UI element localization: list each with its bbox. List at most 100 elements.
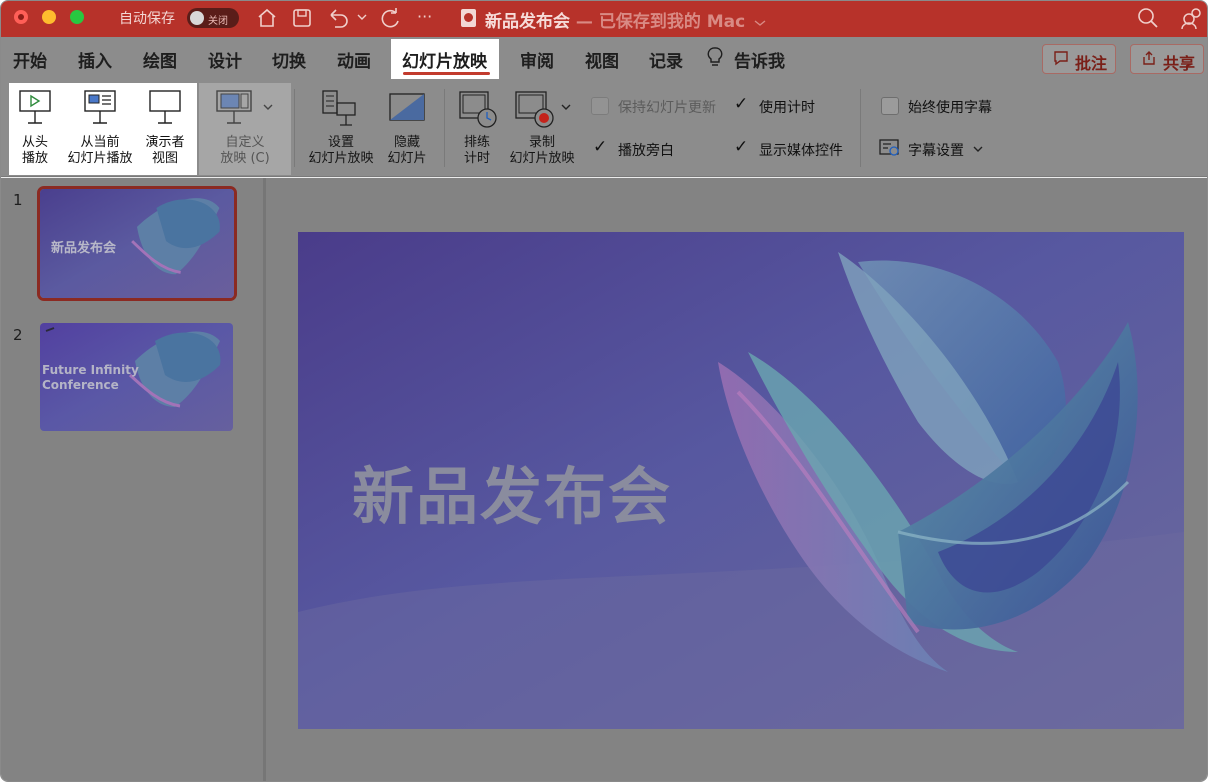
tab-slideshow[interactable]: 幻灯片放映 (402, 47, 487, 72)
document-name: 新品发布会 (485, 12, 570, 32)
label-line: 视图 (151, 151, 178, 166)
use-timings-checkbox[interactable] (732, 94, 750, 114)
play-from-current-button[interactable]: 从当前 幻灯片播放 (63, 89, 137, 171)
comments-button-label: 批注 (1075, 54, 1108, 73)
always-use-subtitles-checkbox[interactable] (881, 97, 899, 115)
current-slide-canvas[interactable]: 新品发布会 (298, 232, 1184, 729)
minimize-window-button[interactable] (42, 10, 56, 24)
setup-slideshow-label: 设置 幻灯片放映 (303, 135, 379, 167)
tab-record[interactable]: 记录 (649, 47, 683, 72)
account-icon[interactable] (1179, 6, 1203, 30)
tab-transitions[interactable]: 切换 (272, 47, 306, 72)
label-line: 幻灯片放映 (308, 151, 374, 166)
tab-review[interactable]: 审阅 (520, 47, 554, 72)
show-media-controls-checkbox[interactable] (732, 137, 750, 157)
chevron-down-icon (973, 146, 983, 152)
presenter-view-label: 演示者 视图 (141, 135, 189, 167)
slide-number: 1 (13, 191, 23, 209)
play-from-start-label: 从头 播放 (13, 135, 57, 167)
keep-slides-updated-checkbox[interactable] (591, 97, 609, 115)
label-line: 录制 (528, 135, 555, 150)
label-line: 演示者 (145, 135, 185, 150)
setup-slideshow-button[interactable]: 设置 幻灯片放映 (303, 89, 379, 171)
slide-thumbnail-1[interactable]: 新品发布会 (37, 186, 237, 301)
hide-slide-button[interactable]: 隐藏 幻灯片 (383, 89, 431, 171)
redo-icon[interactable] (379, 7, 403, 29)
subtitle-settings-label: 字幕设置 (908, 143, 964, 159)
save-icon[interactable] (292, 8, 312, 28)
custom-slideshow-label: 自定义 放映 (C) (203, 135, 287, 167)
title-bar: 自动保存 关闭 ··· 新品发布会 — 已保存到我的 Mac (1, 1, 1207, 37)
label-line: 幻灯片播放 (67, 151, 133, 166)
show-media-controls-label: 显示媒体控件 (759, 143, 843, 159)
label-line: 幻灯片 (387, 151, 427, 166)
label-line: 幻灯片放映 (509, 151, 575, 166)
autosave-label: 自动保存 (119, 11, 175, 27)
play-from-start-button[interactable]: 从头 播放 (13, 89, 57, 171)
save-status: — 已保存到我的 Mac (570, 12, 746, 32)
always-use-subtitles-label: 始终使用字幕 (908, 100, 992, 116)
use-timings-label: 使用计时 (759, 100, 815, 116)
custom-show-screen-icon (216, 90, 252, 124)
play-from-current-label: 从当前 幻灯片播放 (63, 135, 137, 167)
slide-thumbnail-2[interactable]: Future Infinity Conference (40, 323, 233, 431)
slide-number: 2 (13, 326, 23, 344)
tab-design[interactable]: 设计 (208, 47, 242, 72)
custom-slideshow-button[interactable]: 自定义 放映 (C) (203, 89, 287, 171)
undo-dropdown-chevron-icon[interactable] (357, 13, 367, 21)
rehearse-timings-label: 排练 计时 (453, 135, 501, 167)
keep-slides-updated-label: 保持幻灯片更新 (618, 100, 716, 116)
close-window-button[interactable] (14, 10, 28, 24)
label-line: 自定义 (225, 135, 265, 150)
toggle-knob (190, 11, 204, 25)
comments-button[interactable]: 批注 (1042, 44, 1116, 74)
tab-home[interactable]: 开始 (13, 47, 47, 72)
more-commands-icon[interactable]: ··· (417, 5, 432, 29)
document-icon (461, 9, 476, 27)
label-line: 放映 (C) (220, 151, 270, 166)
record-slideshow-icon (515, 91, 554, 128)
powerpoint-window: 自动保存 关闭 ··· 新品发布会 — 已保存到我的 Mac 开始 插入 绘图 … (0, 0, 1208, 782)
thumbnail-title: Future Infinity Conference (42, 363, 139, 393)
rehearse-timer-icon (459, 91, 497, 128)
presenter-view-button[interactable]: 演示者 视图 (141, 89, 189, 171)
search-icon[interactable] (1137, 7, 1159, 29)
play-narration-label: 播放旁白 (618, 143, 674, 159)
share-button-label: 共享 (1163, 54, 1196, 73)
label-line: 隐藏 (393, 135, 420, 150)
home-icon[interactable] (257, 8, 277, 28)
thumbnail-title-line: Future Infinity (42, 363, 139, 377)
record-slideshow-button[interactable]: 录制 幻灯片放映 (505, 89, 579, 171)
active-tab-underline (403, 72, 490, 75)
tell-me-search[interactable]: 告诉我 (734, 47, 785, 72)
label-line: 排练 (463, 135, 490, 150)
chevron-down-icon (263, 104, 273, 110)
hide-slide-label: 隐藏 幻灯片 (383, 135, 431, 167)
tab-animations[interactable]: 动画 (337, 47, 371, 72)
comment-icon (1054, 51, 1068, 66)
hide-slide-icon (389, 93, 425, 121)
subtitle-settings-icon (879, 139, 899, 156)
chevron-down-icon (561, 104, 571, 110)
ribbon-separator (444, 89, 445, 167)
undo-icon[interactable] (327, 7, 351, 29)
autosave-toggle[interactable]: 关闭 (187, 8, 239, 28)
tab-insert[interactable]: 插入 (78, 47, 112, 72)
subtitle-settings-button[interactable]: 字幕设置 (879, 137, 989, 159)
share-button[interactable]: 共享 (1130, 44, 1204, 74)
presenter-screen-icon (149, 90, 181, 124)
play-narration-checkbox[interactable] (591, 137, 609, 157)
maximize-window-button[interactable] (70, 10, 84, 24)
label-line: 从头 (21, 135, 48, 150)
label-line: 从当前 (80, 135, 120, 150)
rehearse-timings-button[interactable]: 排练 计时 (453, 89, 501, 171)
label-line: 计时 (463, 151, 490, 166)
presentation-screen-current-icon (84, 90, 116, 124)
label-line: 设置 (327, 135, 354, 150)
label-line: 播放 (21, 151, 48, 166)
document-title[interactable]: 新品发布会 — 已保存到我的 Mac (485, 7, 766, 32)
slide-title-text[interactable]: 新品发布会 (352, 446, 672, 536)
ribbon-separator (860, 89, 861, 167)
tab-view[interactable]: 视图 (585, 47, 619, 72)
tab-draw[interactable]: 绘图 (143, 47, 177, 72)
